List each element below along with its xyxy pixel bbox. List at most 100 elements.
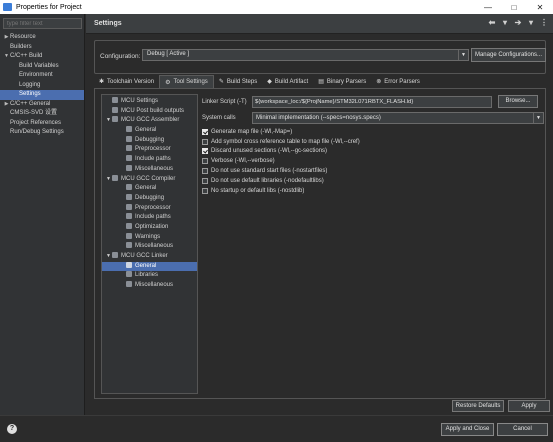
expanded-arrow-icon[interactable]: ▼	[105, 175, 112, 185]
settings-node-icon	[126, 145, 132, 152]
tree-item-label: Project References	[10, 119, 62, 126]
checkbox[interactable]	[202, 148, 208, 155]
settings-node-icon	[126, 281, 132, 288]
tree-item[interactable]: Run/Debug Settings	[0, 128, 84, 138]
tool-tree-item[interactable]: ▼ MCU GCC Assembler	[102, 116, 197, 126]
apply-button[interactable]: Apply	[508, 400, 550, 412]
property-page-list: ▶ Resource Builders ▼C/C++ Build Build Varia…	[0, 33, 84, 138]
tab[interactable]: ⊗ Error Parsers	[371, 75, 425, 88]
tool-tree-item[interactable]: Include paths	[102, 213, 197, 223]
collapsed-arrow-icon[interactable]: ▶	[3, 100, 10, 110]
tool-tree-item[interactable]: Libraries	[102, 271, 197, 281]
checkbox[interactable]	[202, 187, 208, 194]
linker-option[interactable]: Discard unused sections (-Wl,--gc-sectio…	[202, 147, 544, 157]
linker-option[interactable]: No startup or default libs (-nostdlib)	[202, 186, 544, 196]
system-calls-select[interactable]: Minimal implementation (--specs=nosys.sp…	[252, 112, 544, 124]
nav-arrows: ⬅ ▾ ➔ ▾ ⋮	[487, 18, 549, 27]
tree-item-label: Logging	[19, 81, 41, 88]
tool-tree-item[interactable]: Debugging	[102, 135, 197, 146]
tree-item-label: Resource	[10, 34, 36, 40]
forward-arrow-icon[interactable]: ➔	[513, 18, 523, 27]
minimize-icon[interactable]: —	[475, 0, 501, 14]
checkbox[interactable]	[202, 138, 208, 145]
settings-node-icon	[112, 106, 118, 113]
tab[interactable]: ▤ Binary Parsers	[313, 75, 371, 88]
expanded-arrow-icon[interactable]: ▼	[105, 116, 112, 126]
checkbox[interactable]	[202, 168, 208, 175]
tool-tree-item[interactable]: Optimization	[102, 222, 197, 233]
back-dropdown-icon[interactable]: ▾	[500, 18, 510, 27]
checkbox[interactable]	[202, 158, 208, 165]
tool-tree-item-label: Miscellaneous	[135, 282, 174, 289]
tool-tree-item[interactable]: Miscellaneous	[102, 164, 197, 175]
tool-tree-item[interactable]: MCU Post build outputs	[102, 106, 197, 117]
browse-button[interactable]: Browse...	[498, 95, 538, 108]
tool-tree-item[interactable]: Preprocessor	[102, 203, 197, 214]
help-icon[interactable]: ?	[7, 424, 17, 434]
tree-item[interactable]: Environment	[0, 71, 84, 81]
linker-option[interactable]: Do not use default libraries (-nodefault…	[202, 176, 544, 186]
tree-item[interactable]: ▶ Resource	[0, 33, 84, 43]
tree-item[interactable]: Settings	[0, 90, 84, 100]
linker-option[interactable]: Add symbol cross reference table to map …	[202, 137, 544, 147]
tool-tree-item[interactable]: Warnings	[102, 232, 197, 243]
linker-script-row: Linker Script (-T) ${workspace_loc:/${Pr…	[202, 95, 544, 108]
tool-tree-item[interactable]: Miscellaneous	[102, 242, 197, 252]
tab[interactable]: ⚙ Tool Settings	[159, 75, 214, 88]
tool-tree-item[interactable]: General	[102, 261, 197, 272]
maximize-icon[interactable]: □	[501, 0, 527, 14]
tab[interactable]: ◆ Build Artifact	[262, 75, 313, 88]
tab[interactable]: ✎ Build Steps	[214, 75, 262, 88]
checkbox-label: Add symbol cross reference table to map …	[211, 138, 360, 145]
tool-tree-item[interactable]: Miscellaneous	[102, 281, 197, 291]
apply-and-close-button[interactable]: Apply and Close	[441, 423, 494, 436]
configuration-select[interactable]: Debug [ Active ] ▼	[142, 49, 469, 61]
tool-tree-item[interactable]: Include paths	[102, 155, 197, 165]
tool-tree-item[interactable]: General	[102, 126, 197, 136]
tool-settings-tree: MCU Settings MCU Post build outputs ▼ MCU G…	[101, 94, 198, 394]
filter-input[interactable]	[3, 18, 82, 29]
tool-tree-item[interactable]: General	[102, 184, 197, 194]
tab-label: Error Parsers	[384, 78, 420, 85]
tree-item[interactable]: Project References	[0, 119, 84, 129]
expanded-arrow-icon[interactable]: ▼	[3, 52, 10, 62]
tool-tree-item[interactable]: Preprocessor	[102, 145, 197, 155]
tree-item[interactable]: ▶ C/C++ General	[0, 100, 84, 110]
tree-item[interactable]: Builders	[0, 43, 84, 53]
checkbox[interactable]	[202, 128, 208, 135]
linker-option[interactable]: Verbose (-Wl,--verbose)	[202, 156, 544, 166]
tool-tree-item[interactable]: Debugging	[102, 193, 197, 204]
tool-tree-item[interactable]: MCU Settings	[102, 97, 197, 107]
back-arrow-icon[interactable]: ⬅	[487, 18, 497, 27]
tree-item[interactable]: Logging	[0, 81, 84, 91]
cancel-button[interactable]: Cancel	[497, 423, 548, 436]
tool-tree-item-label: Debugging	[135, 194, 165, 201]
tree-item-label: Run/Debug Settings	[10, 129, 64, 135]
tree-item[interactable]: ▼C/C++ Build	[0, 52, 84, 62]
close-icon[interactable]: ✕	[527, 0, 553, 14]
forward-dropdown-icon[interactable]: ▾	[526, 18, 536, 27]
view-menu-icon[interactable]: ⋮	[539, 18, 549, 27]
expanded-arrow-icon[interactable]: ▼	[105, 252, 112, 262]
settings-node-icon	[126, 261, 132, 268]
tree-item[interactable]: CMSIS-SVD 设置	[0, 109, 84, 119]
dialog-footer: ? Apply and Close Cancel	[0, 415, 553, 442]
linker-option[interactable]: Do not use standard start files (-nostar…	[202, 166, 544, 176]
settings-node-icon	[126, 203, 132, 210]
tab[interactable]: ✱ Toolchain Version	[94, 75, 159, 88]
tab-label: Toolchain Version	[107, 78, 155, 85]
manage-configurations-button[interactable]: Manage Configurations...	[471, 48, 546, 62]
tool-tree-item-label: Preprocessor	[135, 204, 171, 211]
tool-tree-item[interactable]: ▼ MCU GCC Compiler	[102, 174, 197, 185]
tool-tree-item[interactable]: ▼ MCU GCC Linker	[102, 252, 197, 262]
restore-defaults-button[interactable]: Restore Defaults	[452, 400, 504, 412]
collapsed-arrow-icon[interactable]: ▶	[3, 33, 10, 43]
checkbox[interactable]	[202, 177, 208, 184]
property-page-tree: ▶ResourceBuilders▼C/C++ BuildBuild Varia…	[0, 14, 85, 415]
linker-option[interactable]: Generate map file (-Wl,-Map=)	[202, 127, 544, 137]
tool-settings-panel: MCU Settings MCU Post build outputs ▼ MCU G…	[94, 88, 546, 399]
tool-tree-item-label: Optimization	[135, 223, 169, 230]
tree-item[interactable]: Build Variables	[0, 62, 84, 72]
linker-script-input[interactable]: ${workspace_loc:/${ProjName}/STM32L071RB…	[252, 96, 492, 108]
tool-tree-item-label: Miscellaneous	[135, 243, 174, 250]
